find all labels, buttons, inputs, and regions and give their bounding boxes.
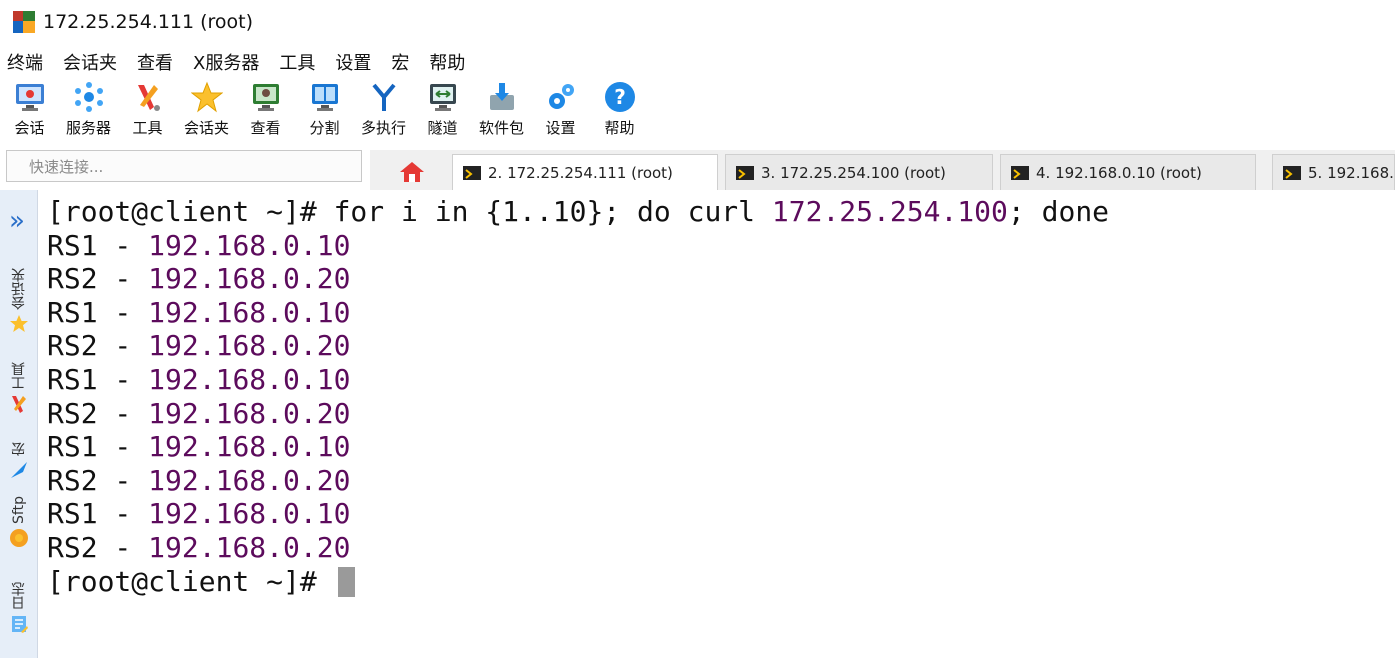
star-icon: [190, 80, 224, 114]
menu-xserver[interactable]: X服务器: [193, 49, 259, 75]
terminal-tab-icon: [736, 165, 754, 180]
view-icon: [249, 80, 283, 114]
macro-icon: [11, 462, 27, 478]
left-sidebar: » 会话夹 工具 宏 Sftp 日志: [0, 190, 38, 658]
terminal-pane[interactable]: [root@client ~]# for i in {1..10}; do cu…: [38, 190, 1395, 658]
multiexec-icon: [367, 80, 401, 114]
toolbar-settings-button[interactable]: 设置: [531, 80, 590, 138]
log-icon: [12, 616, 28, 633]
terminal-tab-icon: [463, 165, 481, 180]
terminal-tab-icon: [1283, 165, 1301, 180]
menu-bar: 终端 会话夹 查看 X服务器 工具 设置 宏 帮助: [0, 46, 1395, 78]
window-title: 172.25.254.111 (root): [43, 11, 254, 33]
menu-sessions[interactable]: 会话夹: [63, 49, 117, 75]
toolbar-multiexec-button[interactable]: 多执行: [354, 80, 413, 138]
menu-view[interactable]: 查看: [137, 49, 173, 75]
svg-text:?: ?: [614, 85, 626, 109]
tab-session-3[interactable]: 3. 172.25.254.100 (root): [725, 154, 993, 190]
toolbar-view-button[interactable]: 查看: [236, 80, 295, 138]
terminal-output-line: RS2 - 192.168.0.20: [47, 396, 351, 430]
session-icon: [13, 80, 47, 114]
toolbar: 会话 服务器 工具 会话夹 查看 分割 多执行 隧道 软件包 设置 ? 帮助: [0, 80, 1395, 146]
menu-macros[interactable]: 宏: [391, 49, 409, 75]
packages-icon: [485, 80, 519, 114]
toolbar-packages-button[interactable]: 软件包: [472, 80, 531, 138]
toolbar-split-button[interactable]: 分割: [295, 80, 354, 138]
home-icon: [400, 162, 424, 182]
terminal-output-line: RS1 - 192.168.0.10: [47, 362, 351, 396]
terminal-output-line: RS1 - 192.168.0.10: [47, 430, 351, 464]
toolbar-tunnel-button[interactable]: 隧道: [413, 80, 472, 138]
quick-connect-input[interactable]: 快速连接...: [6, 150, 362, 182]
menu-tools[interactable]: 工具: [279, 49, 315, 75]
sidebar-item-tools[interactable]: 工具: [6, 362, 32, 414]
settings-icon: [544, 80, 578, 114]
mobaxterm-logo-icon: [13, 11, 35, 33]
terminal-command-line: [root@client ~]# for i in {1..10}; do cu…: [47, 195, 1110, 228]
expand-sidebar-icon[interactable]: »: [9, 208, 25, 234]
terminal-cursor: [337, 566, 355, 597]
terminal-output-line: RS1 - 192.168.0.10: [47, 228, 351, 262]
terminal-output-line: RS2 - 192.168.0.20: [47, 262, 351, 296]
tools-icon: [12, 396, 26, 413]
terminal-output-line: RS2 - 192.168.0.20: [47, 463, 351, 497]
sidebar-item-sessions[interactable]: 会话夹: [6, 268, 32, 334]
terminal-tab-icon: [1011, 165, 1029, 180]
toolbar-help-button[interactable]: ? 帮助: [590, 80, 649, 138]
tools-icon: [131, 80, 165, 114]
tunnel-icon: [426, 80, 460, 114]
terminal-output-line: RS2 - 192.168.0.20: [47, 329, 351, 363]
toolbar-servers-button[interactable]: 服务器: [59, 80, 118, 138]
terminal-output-line: RS1 - 192.168.0.10: [47, 497, 351, 531]
tab-session-5[interactable]: 5. 192.168.0: [1272, 154, 1395, 190]
sidebar-item-log[interactable]: 日志: [6, 582, 32, 634]
sidebar-item-macros[interactable]: 宏: [6, 442, 32, 480]
split-icon: [308, 80, 342, 114]
terminal-output-line: RS1 - 192.168.0.10: [47, 295, 351, 329]
home-tab[interactable]: [382, 154, 442, 190]
menu-settings[interactable]: 设置: [335, 49, 371, 75]
servers-icon: [72, 80, 106, 114]
menu-help[interactable]: 帮助: [429, 49, 465, 75]
tab-session-4[interactable]: 4. 192.168.0.10 (root): [1000, 154, 1256, 190]
tab-bar: 2. 172.25.254.111 (root) 3. 172.25.254.1…: [370, 150, 1395, 190]
toolbar-tools-button[interactable]: 工具: [118, 80, 177, 138]
sftp-icon: [10, 528, 28, 547]
title-bar: 172.25.254.111 (root): [0, 0, 1395, 44]
tab-session-2[interactable]: 2. 172.25.254.111 (root): [452, 154, 718, 190]
toolbar-session-button[interactable]: 会话: [0, 80, 59, 138]
toolbar-sessions-folder-button[interactable]: 会话夹: [177, 80, 236, 138]
terminal-output-line: RS2 - 192.168.0.20: [47, 530, 351, 564]
menu-terminal[interactable]: 终端: [7, 49, 43, 75]
star-icon: [10, 315, 28, 332]
sidebar-item-sftp[interactable]: Sftp: [6, 496, 32, 548]
help-icon: ?: [603, 80, 637, 114]
terminal-prompt-line: [root@client ~]#: [47, 565, 1395, 599]
